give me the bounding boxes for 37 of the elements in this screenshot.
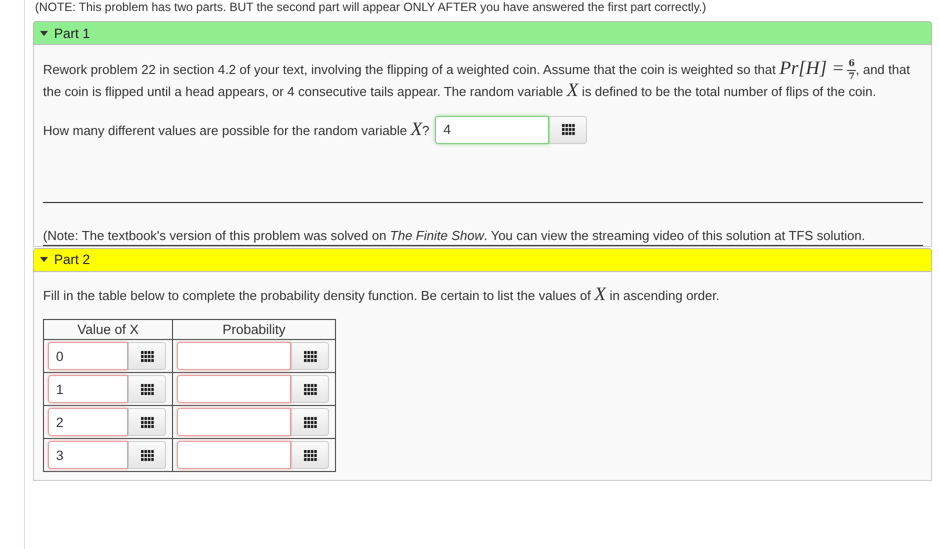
keypad-button[interactable] [291,441,329,469]
keypad-button[interactable] [128,342,166,370]
question-text: How many different values are possible for the random variable X? [43,118,430,140]
answer-field[interactable]: 0 [48,342,128,370]
grid-icon [304,450,316,460]
answer-field[interactable]: 4 [435,116,550,144]
keypad-button[interactable] [549,116,588,144]
answer-field[interactable] [177,375,291,403]
note-text: (Note: The textbook's version of this problem was solved on The Finite Show. You can view the streaming video of this solution at TFS solution. [43,226,866,244]
grid-icon [140,350,154,362]
answer-field[interactable] [177,408,291,436]
answer-field[interactable] [177,342,291,370]
keypad-button[interactable] [291,408,329,436]
note-text: (NOTE: This problem has two parts. BUT the second part will appear ONLY AFTER you have answered the first part correctly.) [34,0,708,15]
grid-icon [562,124,575,135]
keypad-button[interactable] [291,342,329,370]
keypad-button[interactable] [128,408,166,436]
keypad-button[interactable] [128,375,166,403]
grid-icon [304,384,316,394]
instruction-text: Fill in the table below to complete the probability density function. Be certain to list the values of X in ascending order. [43,286,720,305]
column-header: Value of X [44,320,172,340]
grid-icon [140,450,154,460]
grid-icon [140,384,154,394]
grid-icon [304,350,316,362]
answer-field[interactable] [177,441,291,469]
keypad-button[interactable] [291,375,329,403]
caret-icon [40,257,48,262]
part-header[interactable]: Part 1 [33,21,932,45]
column-header: Probability [172,320,336,340]
caret-icon [40,30,48,36]
grid-icon [304,416,316,428]
grid-icon [140,416,154,428]
part-header[interactable]: Part 2 [33,248,932,272]
answer-field[interactable]: 3 [48,441,128,469]
answer-field[interactable]: 2 [48,408,128,436]
keypad-button[interactable] [128,441,166,469]
answer-field[interactable]: 1 [48,375,128,403]
